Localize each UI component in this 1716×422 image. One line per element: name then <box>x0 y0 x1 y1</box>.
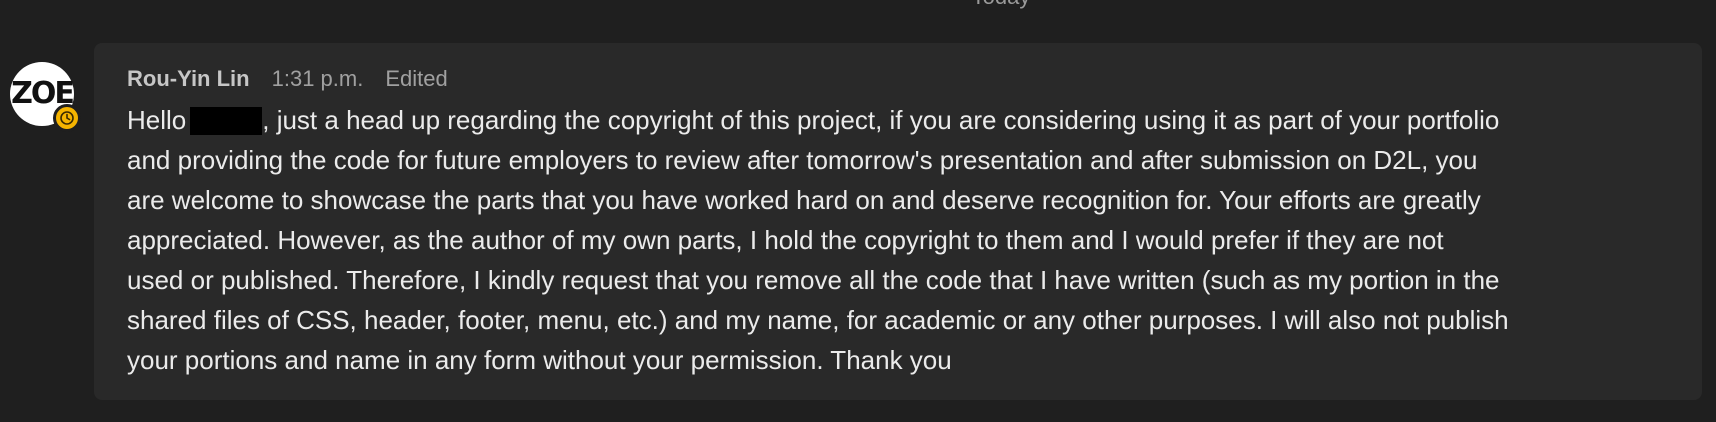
message-line-text: , just a head up regarding the copyright… <box>262 105 1500 135</box>
message-greeting: Hello <box>127 105 187 135</box>
message-line: appreciated. However, as the author of m… <box>127 225 1444 255</box>
message-header: Rou-Yin Lin 1:31 p.m. Edited <box>127 65 448 93</box>
message-line: shared files of CSS, header, footer, men… <box>127 305 1509 335</box>
message-line: and providing the code for future employ… <box>127 145 1478 175</box>
date-divider-label: Today <box>972 0 1031 9</box>
message-line: are welcome to showcase the parts that y… <box>127 185 1481 215</box>
date-divider: Today <box>0 0 1716 8</box>
message-body: Hello , just a head up regarding the copy… <box>127 100 1687 380</box>
message-timestamp[interactable]: 1:31 p.m. <box>272 66 364 91</box>
edited-indicator: Edited <box>385 66 448 91</box>
message-line: Hello , just a head up regarding the copy… <box>127 100 1687 140</box>
message-author[interactable]: Rou-Yin Lin <box>127 66 250 91</box>
away-status-icon <box>53 104 81 132</box>
message-line: used or published. Therefore, I kindly r… <box>127 265 1500 295</box>
avatar[interactable]: ZOE <box>10 62 81 132</box>
message-bubble[interactable]: Rou-Yin Lin 1:31 p.m. Edited Hello , just a… <box>94 43 1702 400</box>
redacted-name <box>190 107 263 135</box>
message-line: your portions and name in any form witho… <box>127 345 952 375</box>
